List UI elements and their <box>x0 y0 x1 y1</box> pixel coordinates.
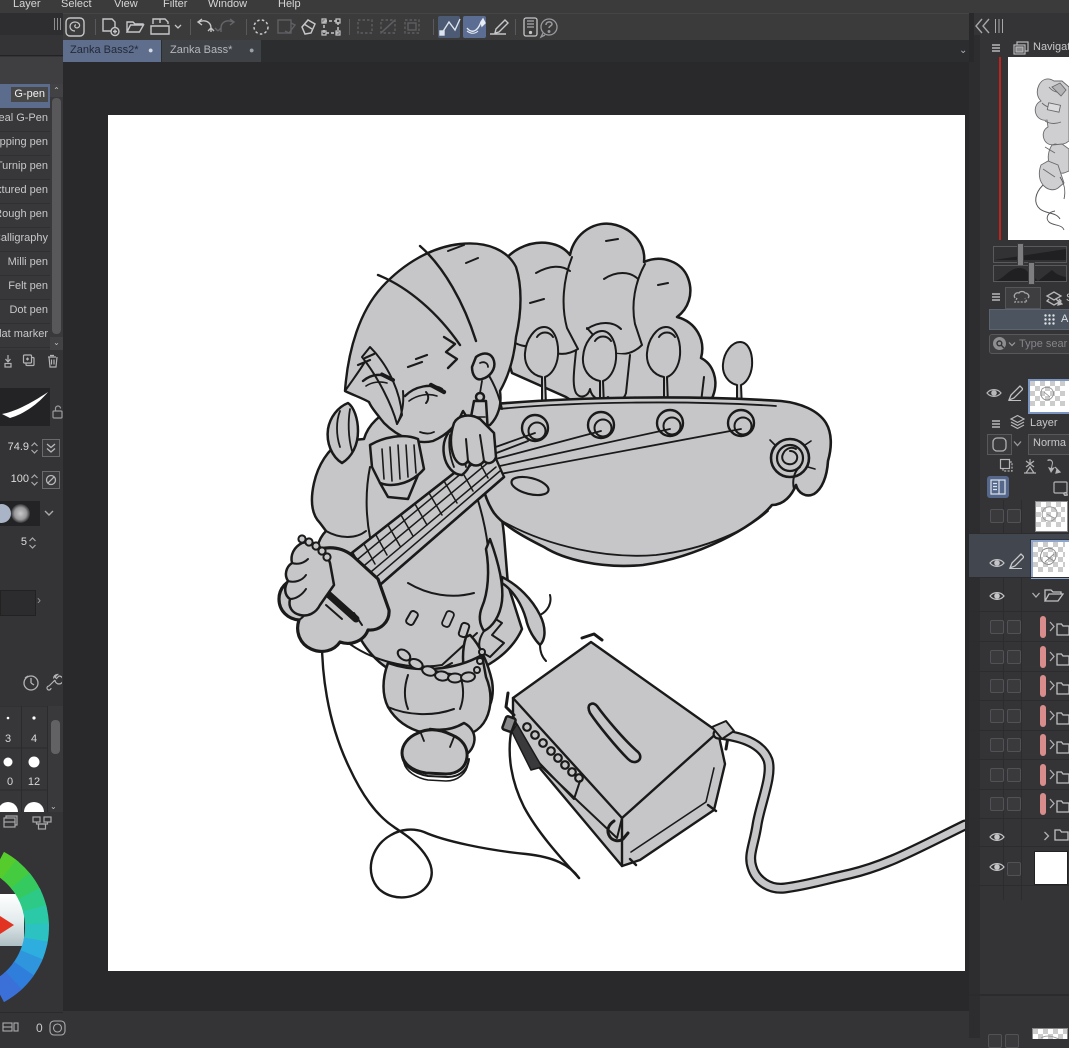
svg-text:0: 0 <box>36 1021 43 1035</box>
svg-text:0: 0 <box>7 776 13 788</box>
svg-text:4: 4 <box>31 733 37 745</box>
svg-text:12: 12 <box>28 776 40 788</box>
svg-text:3: 3 <box>5 733 11 745</box>
